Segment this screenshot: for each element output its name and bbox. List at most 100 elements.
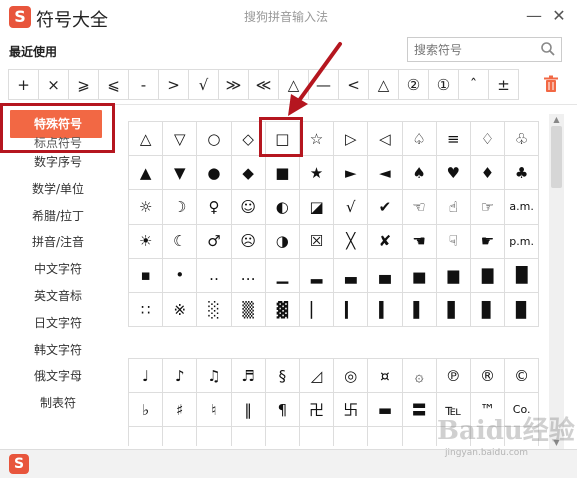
sidebar-item-5[interactable]: 拼音/注音	[0, 229, 112, 256]
recent-symbol-cell[interactable]: ×	[38, 69, 69, 100]
symbol-cell[interactable]: ▁	[265, 258, 300, 293]
symbol-cell[interactable]: ▪	[129, 258, 164, 293]
symbol-cell[interactable]: ☼	[129, 190, 164, 225]
symbol-cell[interactable]: ▬	[368, 393, 403, 428]
symbol-cell[interactable]: ▄	[368, 258, 403, 293]
symbol-cell[interactable]: ✔	[368, 190, 403, 225]
sidebar-item-9[interactable]: 韩文字符	[0, 337, 112, 364]
symbol-cell[interactable]: ▆	[436, 258, 471, 293]
symbol-cell[interactable]: ◐	[265, 190, 300, 225]
sidebar-item-11[interactable]: 制表符	[0, 390, 112, 417]
symbol-cell[interactable]: ▍	[368, 292, 403, 328]
symbol-cell[interactable]: ♯	[163, 393, 198, 428]
symbol-cell[interactable]: ≡	[436, 122, 471, 157]
symbol-cell[interactable]: ※	[163, 292, 198, 328]
symbol-cell[interactable]: ○	[197, 122, 232, 157]
symbol-cell[interactable]: ▉	[505, 292, 540, 328]
symbol-cell[interactable]: ◆	[231, 156, 266, 191]
symbol-cell[interactable]: ♥	[436, 156, 471, 191]
search-box[interactable]	[407, 37, 562, 62]
recent-symbol-cell[interactable]: ≪	[248, 69, 279, 100]
symbol-cell[interactable]: 卍	[299, 393, 335, 428]
recent-symbol-cell[interactable]: ①	[428, 69, 459, 100]
recent-symbol-cell[interactable]: >	[158, 69, 189, 100]
symbol-cell[interactable]: ☞	[470, 190, 506, 225]
recent-symbol-cell[interactable]: ②	[398, 69, 429, 100]
symbol-cell[interactable]: ©	[505, 359, 540, 394]
symbol-cell[interactable]: ▃	[334, 258, 369, 293]
symbol-cell[interactable]: ☆	[299, 122, 335, 157]
symbol-cell[interactable]: ◁	[368, 122, 403, 157]
symbol-cell[interactable]: ♤	[402, 122, 437, 157]
recent-symbol-cell[interactable]: ≫	[218, 69, 249, 100]
recent-symbol-cell[interactable]: ⩾	[68, 69, 99, 100]
symbol-cell[interactable]: ♢	[470, 122, 506, 157]
symbol-cell[interactable]: p.m.	[505, 224, 540, 259]
symbol-cell[interactable]: §	[265, 359, 300, 394]
symbol-cell[interactable]: ●	[197, 156, 232, 191]
symbol-cell[interactable]: ♠	[402, 156, 437, 191]
close-button[interactable]: ✕	[549, 6, 569, 25]
symbol-cell[interactable]: ★	[299, 156, 335, 191]
symbol-cell[interactable]: ♪	[163, 359, 198, 394]
recent-symbol-cell[interactable]: ⩽	[98, 69, 129, 100]
symbol-cell[interactable]	[403, 427, 437, 446]
symbol-cell[interactable]: ▓	[265, 292, 300, 328]
symbol-cell[interactable]: ♣	[505, 156, 540, 191]
scroll-thumb[interactable]	[551, 126, 562, 188]
sidebar-item-2[interactable]: 数字序号	[0, 149, 112, 176]
symbol-cell[interactable]: 〓	[402, 393, 437, 428]
symbol-cell[interactable]: ♀	[197, 190, 232, 225]
symbol-cell[interactable]	[129, 427, 164, 446]
symbol-cell[interactable]: ♂	[197, 224, 232, 259]
symbol-cell[interactable]: ☟	[436, 224, 471, 259]
symbol-cell[interactable]: ░	[197, 292, 232, 328]
symbol-cell[interactable]: ▏	[299, 292, 335, 328]
symbol-cell[interactable]: ◿	[299, 359, 335, 394]
sidebar-item-10[interactable]: 俄文字母	[0, 363, 112, 390]
symbol-cell[interactable]	[368, 427, 403, 446]
symbol-cell[interactable]: ✘	[368, 224, 403, 259]
symbol-cell[interactable]: ¶	[265, 393, 300, 428]
symbol-cell[interactable]: ◪	[299, 190, 335, 225]
symbol-cell[interactable]	[197, 427, 232, 446]
recent-symbol-cell[interactable]: -	[128, 69, 159, 100]
symbol-cell[interactable]	[163, 427, 198, 446]
symbol-cell[interactable]: ╳	[334, 224, 369, 259]
symbol-cell[interactable]: ▲	[129, 156, 164, 191]
symbol-cell[interactable]: a.m.	[505, 190, 540, 225]
symbol-cell[interactable]: ■	[265, 156, 300, 191]
symbol-cell[interactable]: ♩	[129, 359, 164, 394]
scrollbar[interactable]: ▲ ▼	[549, 114, 564, 449]
symbol-cell[interactable]: ☾	[163, 224, 198, 259]
symbol-cell[interactable]: ®	[470, 359, 506, 394]
symbol-cell[interactable]: ▅	[402, 258, 437, 293]
recent-symbol-cell[interactable]: ±	[488, 69, 519, 100]
symbol-cell[interactable]	[232, 427, 266, 446]
recent-symbol-cell[interactable]: √	[188, 69, 219, 100]
symbol-cell[interactable]: √	[334, 190, 369, 225]
symbol-cell[interactable]	[334, 427, 369, 446]
scroll-up-icon[interactable]: ▲	[549, 114, 564, 126]
symbol-cell[interactable]: ♮	[197, 393, 232, 428]
symbol-cell[interactable]: ¤	[368, 359, 403, 394]
search-icon[interactable]	[540, 41, 556, 57]
symbol-cell[interactable]: ▒	[231, 292, 266, 328]
symbol-cell[interactable]: ♫	[197, 359, 232, 394]
minimize-button[interactable]: —	[524, 6, 544, 25]
symbol-cell[interactable]: ♭	[129, 393, 164, 428]
symbol-cell[interactable]: ▊	[470, 292, 506, 328]
symbol-cell[interactable]: ▂	[299, 258, 335, 293]
symbol-cell[interactable]: ▎	[334, 292, 369, 328]
symbol-cell[interactable]: ►	[334, 156, 369, 191]
sidebar-item-6[interactable]: 中文字符	[0, 256, 112, 283]
symbol-cell[interactable]: ☛	[470, 224, 506, 259]
sidebar-item-4[interactable]: 希腊/拉丁	[0, 203, 112, 230]
symbol-cell[interactable]: █	[505, 258, 540, 293]
sidebar-item-7[interactable]: 英文音标	[0, 283, 112, 310]
symbol-cell[interactable]: ◎	[334, 359, 369, 394]
symbol-cell[interactable]: ☜	[402, 190, 437, 225]
symbol-cell[interactable]: ◑	[265, 224, 300, 259]
symbol-cell[interactable]: ☽	[163, 190, 198, 225]
recent-symbol-cell[interactable]: ˆ	[458, 69, 489, 100]
